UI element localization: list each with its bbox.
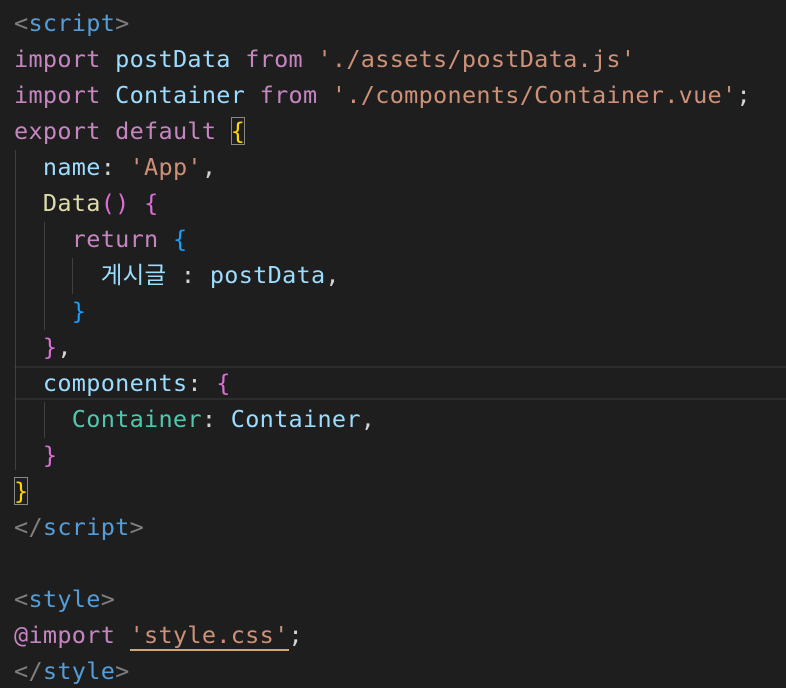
code-line-2[interactable]: import postData from './assets/postData.… — [14, 41, 635, 77]
code-line-12[interactable]: Container: Container, — [14, 401, 375, 437]
tag-bracket: </ — [14, 657, 43, 685]
keyword: from — [259, 81, 318, 109]
property-key: 게시글 — [100, 261, 167, 289]
code-line-19[interactable]: </style> — [14, 653, 130, 688]
tag-bracket: > — [115, 657, 130, 685]
string-literal: './assets/postData.js' — [317, 45, 636, 73]
code-line-17[interactable]: <style> — [14, 581, 115, 617]
code-line-3[interactable]: import Container from './components/Cont… — [14, 77, 751, 113]
semicolon: ; — [736, 81, 751, 109]
keyword: default — [115, 117, 217, 145]
code-line-6[interactable]: Data() { — [14, 185, 159, 221]
identifier: postData — [209, 261, 326, 289]
identifier: Container — [115, 81, 246, 109]
brace-close: } — [42, 441, 58, 469]
keyword: export — [14, 117, 101, 145]
colon: : — [187, 369, 202, 397]
keyword: import — [14, 81, 101, 109]
brace-open: { — [144, 189, 159, 217]
brace-open: { — [216, 369, 231, 397]
function-name: Data — [42, 189, 101, 217]
tag-name: style — [42, 657, 116, 685]
identifier: postData — [115, 45, 231, 73]
identifier: Container — [230, 405, 361, 433]
string-literal: 'App' — [129, 153, 202, 181]
tag-bracket: > — [129, 513, 145, 541]
string-literal: 'style.css' — [129, 621, 289, 651]
code-line-5[interactable]: name: 'App', — [14, 149, 216, 185]
comma: , — [325, 261, 340, 289]
comma: , — [201, 153, 217, 181]
code-line-9[interactable]: } — [14, 293, 86, 329]
code-line-7[interactable]: return { — [14, 221, 187, 257]
string-literal: './components/Container.vue' — [331, 81, 737, 109]
code-line-10[interactable]: }, — [14, 329, 72, 365]
tag-bracket: </ — [14, 513, 43, 541]
code-line-8[interactable]: 게시글 : postData, — [14, 257, 340, 293]
code-line-11[interactable]: components: { — [14, 365, 231, 401]
code-line-4[interactable]: export default { — [14, 113, 246, 149]
brace-close: } — [42, 333, 58, 361]
colon: : — [180, 261, 196, 289]
semicolon: ; — [288, 621, 303, 649]
colon: : — [201, 405, 217, 433]
brace-close: } — [71, 297, 87, 325]
parens: () — [100, 189, 130, 217]
tag-name: script — [28, 9, 116, 37]
code-line-18[interactable]: @import 'style.css'; — [14, 617, 303, 653]
tag-bracket: < — [14, 9, 29, 37]
code-line-1[interactable]: <script> — [14, 5, 130, 41]
brace-open: { — [172, 225, 188, 253]
brace-close: } — [14, 477, 29, 505]
property-key: name — [42, 153, 101, 181]
brace-open: { — [230, 117, 246, 145]
tag-name: style — [28, 585, 101, 613]
tag-name: script — [42, 513, 130, 541]
comma: , — [360, 405, 376, 433]
code-line-15[interactable]: </script> — [14, 509, 144, 545]
keyword: from — [245, 45, 303, 73]
colon: : — [100, 153, 116, 181]
code-line-13[interactable]: } — [14, 437, 57, 473]
property-key: components — [42, 369, 188, 397]
tag-bracket: < — [14, 585, 29, 613]
keyword: import — [14, 45, 101, 73]
at-rule: @import — [14, 621, 116, 649]
keyword: return — [71, 225, 159, 253]
code-line-14[interactable]: } — [14, 473, 29, 509]
code-editor[interactable]: <script> import postData from './assets/… — [0, 0, 786, 688]
tag-bracket: > — [115, 9, 130, 37]
comma: , — [57, 333, 72, 361]
tag-bracket: > — [100, 585, 116, 613]
property-key: Container — [71, 405, 202, 433]
